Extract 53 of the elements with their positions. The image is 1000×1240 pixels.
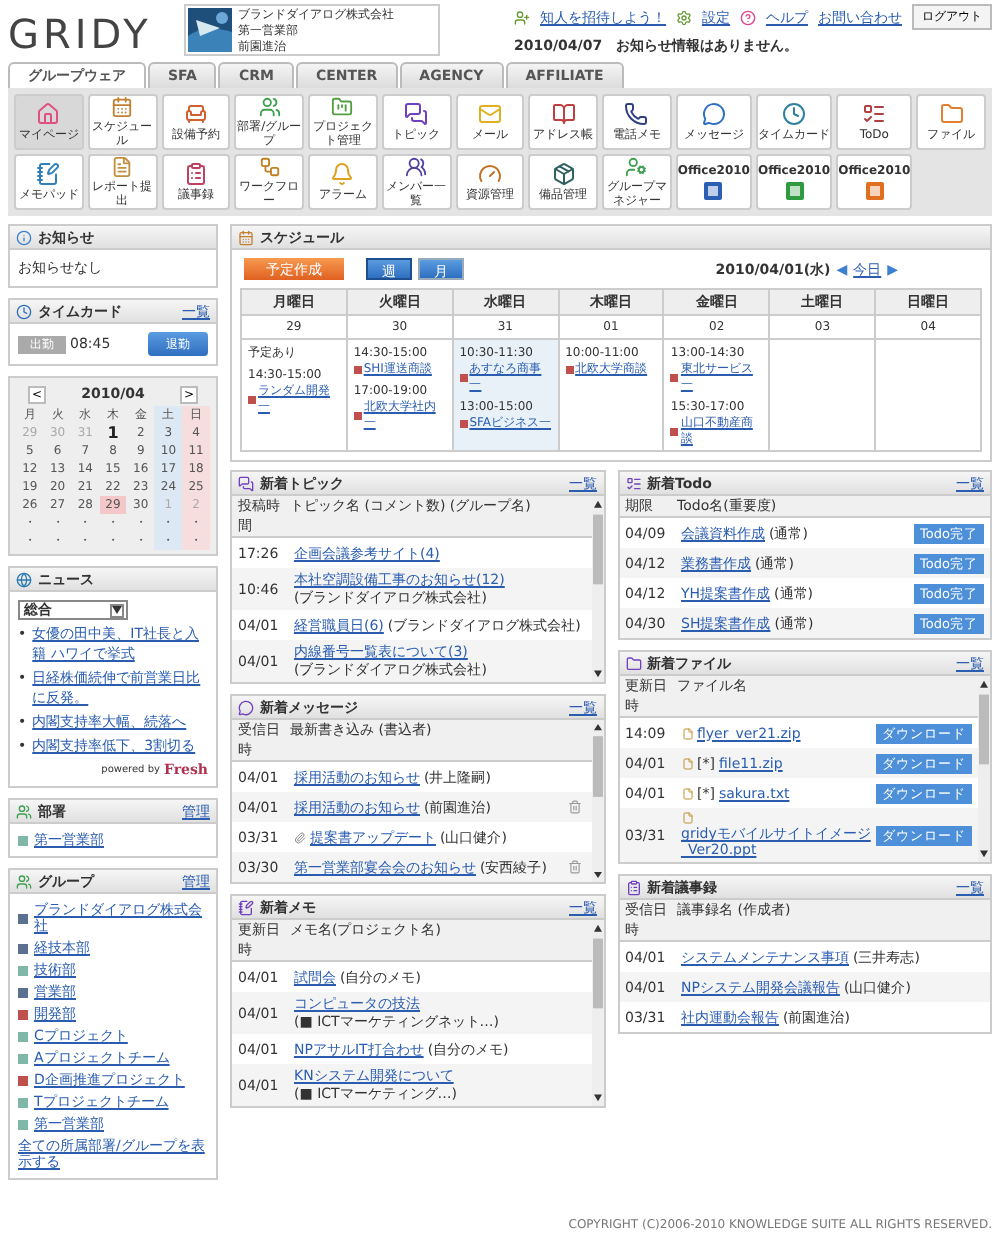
clipboard-icon [183,162,208,186]
flowchart-icon [257,156,282,178]
chair-icon [183,102,208,126]
event-marker [459,374,468,382]
folder-icon [625,655,641,671]
package-icon [551,162,576,186]
trash-icon[interactable] [567,860,581,874]
document-icon [863,179,886,201]
speech-bubble-icon [238,699,254,715]
event-marker [459,420,468,428]
book-icon [551,102,576,126]
calendar-day[interactable]: 1 [99,424,127,442]
house-icon [36,102,61,126]
user-gear-icon [624,156,649,178]
bell-icon [330,162,355,186]
file-icon [681,757,693,769]
kanban-icon [330,96,355,118]
event-marker [248,396,256,404]
notebook-icon [238,899,254,915]
clock-icon [16,303,32,319]
gauge-icon [477,162,502,186]
event-marker [353,412,362,420]
user-plus-icon [514,9,530,25]
chat-icon [404,102,429,126]
event-marker [670,428,679,436]
clock-icon [782,102,807,126]
info-icon [16,229,32,245]
calendar-icon [238,229,254,245]
event-marker [353,366,362,374]
document-icon [702,179,725,201]
document-icon [783,179,806,201]
event-marker [565,366,574,374]
speech-bubble-icon [701,102,726,126]
event-marker [670,374,679,382]
help-icon [740,9,756,25]
checklist-icon [625,475,641,491]
envelope-icon [477,102,502,126]
phone-icon [624,102,649,126]
trash-icon[interactable] [567,800,581,814]
calendar-icon [110,96,135,118]
file-icon [681,812,693,824]
folder-icon [939,102,964,126]
clipboard-icon [625,879,641,895]
document-icon [110,156,135,178]
globe-icon [16,571,32,587]
chat-icon [238,475,254,491]
checklist-icon [862,102,887,126]
file-icon [681,787,693,799]
scrollbar[interactable] [978,676,990,862]
caret-icon [112,606,122,614]
logo: GRIDY [8,8,154,58]
file-icon [681,727,693,739]
notebook-icon [36,162,61,186]
